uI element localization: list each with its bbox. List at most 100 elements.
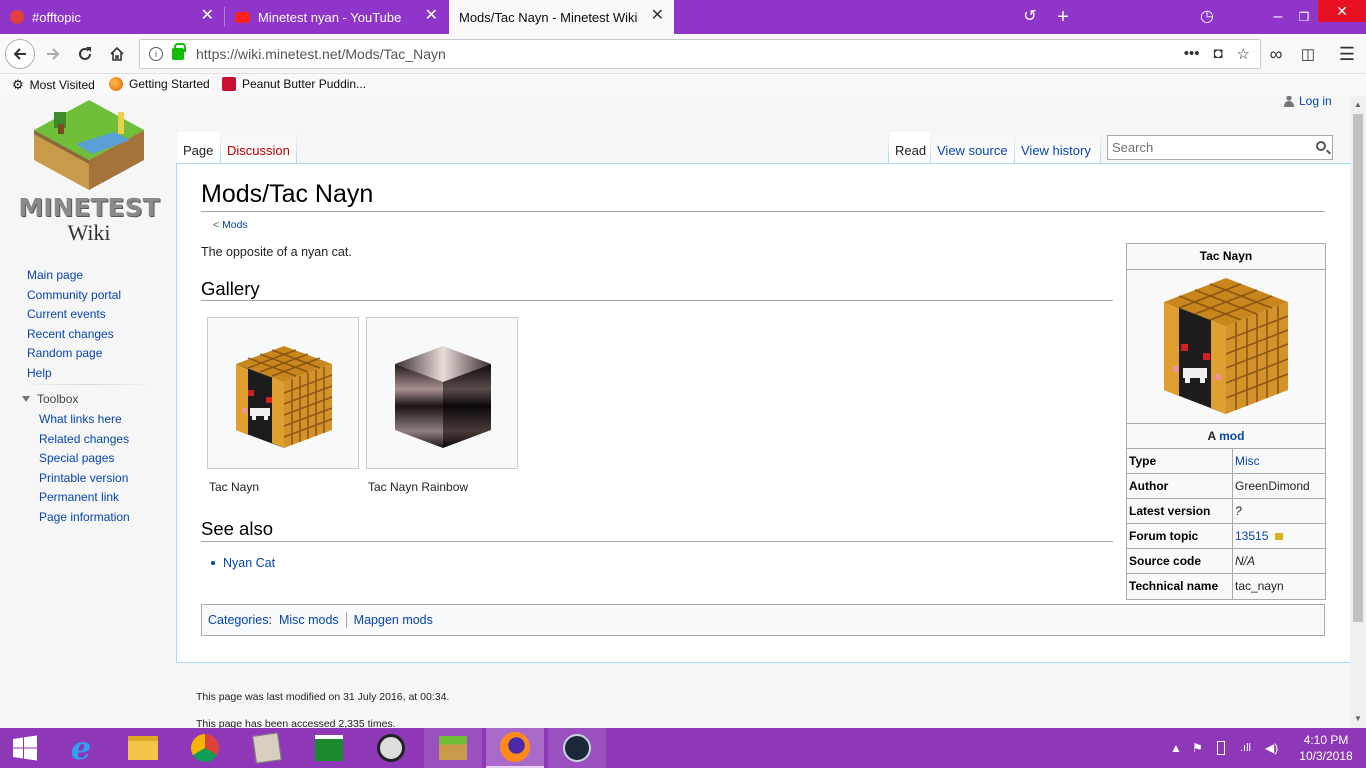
- internet-explorer-icon: e: [70, 729, 92, 767]
- tray-volume[interactable]: ◀): [1265, 728, 1278, 768]
- footer-view-count: This page has been accessed 2,335 times.: [196, 718, 396, 728]
- close-tab-icon[interactable]: ✕: [425, 8, 438, 24]
- start-button[interactable]: [0, 728, 50, 768]
- tab-divider: [296, 132, 297, 164]
- taskbar-internet-explorer[interactable]: e: [52, 728, 110, 768]
- taskbar-app-character[interactable]: [362, 728, 420, 768]
- bookmark-peanut-butter[interactable]: Peanut Butter Puddin...: [222, 77, 366, 91]
- sidebar-item-random-page[interactable]: Random page: [27, 344, 167, 364]
- toolbox-toggle[interactable]: Toolbox: [22, 392, 78, 406]
- infobox-caption: A mod: [1127, 424, 1325, 449]
- browser-tab-wiki[interactable]: Mods/Tac Nayn - Minetest Wiki ✕: [449, 0, 674, 34]
- login-link[interactable]: Log in: [1284, 96, 1332, 108]
- clock-time: 4:10 PM: [1303, 733, 1349, 747]
- tab-discussion[interactable]: Discussion: [221, 132, 296, 164]
- secure-lock-icon[interactable]: [172, 43, 186, 60]
- bookmark-most-visited[interactable]: ⚙ Most Visited: [12, 77, 95, 93]
- search-input[interactable]: Search: [1107, 135, 1333, 160]
- tray-flag[interactable]: ⚑: [1192, 728, 1203, 768]
- home-icon: [110, 46, 124, 61]
- windows-logo-icon: [13, 735, 37, 761]
- taskbar-app-paint[interactable]: [238, 728, 296, 768]
- reload-button[interactable]: [71, 40, 99, 68]
- toolbox-item-special-pages[interactable]: Special pages: [39, 449, 169, 469]
- infobox-image[interactable]: [1127, 270, 1325, 424]
- clock-icon[interactable]: ◷: [1197, 7, 1217, 27]
- minimize-icon[interactable]: –: [1268, 7, 1288, 27]
- new-tab-icon[interactable]: +: [1053, 7, 1073, 27]
- scrollbar-thumb[interactable]: [1353, 114, 1363, 622]
- scroll-up-icon[interactable]: ▲: [1354, 100, 1362, 109]
- bookmark-label: Peanut Butter Puddin...: [242, 77, 367, 91]
- browser-tab-youtube[interactable]: Minetest nyan - YouTube ✕: [225, 0, 448, 34]
- toolbox-item-printable-version[interactable]: Printable version: [39, 469, 169, 489]
- infobox-forum-link[interactable]: 13515: [1235, 529, 1268, 543]
- clock-date: 10/3/2018: [1299, 749, 1353, 763]
- tab-read[interactable]: Read: [889, 132, 930, 164]
- category-link-mapgen-mods[interactable]: Mapgen mods: [354, 613, 433, 627]
- toolbox-item-permanent-link[interactable]: Permanent link: [39, 488, 169, 508]
- taskbar-steam[interactable]: [548, 728, 606, 768]
- breadcrumb-link-mods[interactable]: Mods: [222, 219, 248, 231]
- bookmark-star-icon[interactable]: ☆: [1237, 45, 1250, 63]
- infobox-mod-link[interactable]: mod: [1219, 429, 1244, 443]
- show-hidden-icons[interactable]: ▲: [1170, 728, 1182, 768]
- toolbox-item-page-information[interactable]: Page information: [39, 508, 169, 528]
- sidebar-item-current-events[interactable]: Current events: [27, 305, 167, 325]
- footer-last-modified: This page was last modified on 31 July 2…: [196, 691, 450, 703]
- scroll-down-icon[interactable]: ▼: [1354, 714, 1362, 723]
- search-placeholder: Search: [1112, 140, 1154, 155]
- taskbar-firefox[interactable]: [486, 728, 544, 768]
- close-tab-icon[interactable]: ✕: [651, 8, 664, 24]
- url-text[interactable]: https://wiki.minetest.net/Mods/Tac_Nayn: [196, 46, 446, 62]
- taskbar-store[interactable]: [300, 728, 358, 768]
- address-bar[interactable]: i https://wiki.minetest.net/Mods/Tac_Nay…: [139, 39, 1261, 69]
- tab-view-history[interactable]: View history: [1015, 132, 1100, 164]
- tray-battery[interactable]: [1217, 728, 1225, 768]
- site-info-icon[interactable]: i: [149, 47, 163, 61]
- toolbox-item-what-links-here[interactable]: What links here: [39, 410, 169, 430]
- browser-tab-offtopic[interactable]: #offtopic ✕: [0, 0, 224, 34]
- categories-label-link[interactable]: Categories: [208, 613, 268, 627]
- history-icon[interactable]: ↺: [1020, 7, 1040, 27]
- category-link-misc-mods[interactable]: Misc mods: [279, 613, 339, 627]
- page-actions-icon[interactable]: •••: [1184, 45, 1200, 63]
- reader-mask-icon[interactable]: ∞: [1262, 40, 1290, 68]
- tac-nayn-infobox-image: [1164, 278, 1289, 414]
- battery-icon: [1217, 741, 1225, 755]
- sidebar-toggle-icon[interactable]: ◫: [1294, 40, 1322, 68]
- search-icon[interactable]: [1316, 141, 1326, 151]
- toolbox-item-related-changes[interactable]: Related changes: [39, 430, 169, 450]
- gallery-caption: Tac Nayn: [209, 480, 260, 494]
- forward-button[interactable]: [39, 40, 67, 68]
- bookmark-getting-started[interactable]: Getting Started: [109, 77, 210, 91]
- category-separator: [345, 612, 347, 628]
- taskbar-minetest[interactable]: [424, 728, 482, 768]
- gallery-item-tac-nayn[interactable]: [207, 317, 359, 469]
- sidebar-item-help[interactable]: Help: [27, 364, 167, 384]
- back-button[interactable]: [5, 39, 35, 69]
- taskbar-chrome[interactable]: [176, 728, 234, 768]
- sidebar-item-recent-changes[interactable]: Recent changes: [27, 325, 167, 345]
- sidebar-item-community-portal[interactable]: Community portal: [27, 286, 167, 306]
- home-button[interactable]: [103, 40, 131, 68]
- page-scrollbar[interactable]: ▲ ▼: [1350, 96, 1366, 728]
- taskbar-clock[interactable]: 4:10 PM 10/3/2018: [1294, 732, 1358, 764]
- taskbar-file-explorer[interactable]: [114, 728, 172, 768]
- tab-page[interactable]: Page: [177, 132, 220, 164]
- page-title: Mods/Tac Nayn: [201, 180, 374, 208]
- restore-icon[interactable]: ❐: [1294, 7, 1314, 27]
- close-tab-icon[interactable]: ✕: [201, 8, 214, 24]
- tray-network[interactable]: .ıll: [1240, 728, 1251, 768]
- infobox-value: GreenDimond: [1235, 479, 1310, 493]
- title-divider: [201, 211, 1325, 212]
- infobox-type-link[interactable]: Misc: [1235, 454, 1260, 468]
- see-also-link-nyan-cat[interactable]: Nyan Cat: [223, 556, 275, 570]
- hamburger-menu-icon[interactable]: ☰: [1333, 40, 1361, 68]
- close-window-icon[interactable]: ✕: [1318, 0, 1366, 22]
- sidebar-item-main-page[interactable]: Main page: [27, 266, 167, 286]
- tab-view-source[interactable]: View source: [931, 132, 1014, 164]
- pocket-icon[interactable]: ◘: [1213, 45, 1222, 63]
- infobox-value: tac_nayn: [1235, 579, 1284, 593]
- gallery-item-tac-nayn-rainbow[interactable]: [366, 317, 518, 469]
